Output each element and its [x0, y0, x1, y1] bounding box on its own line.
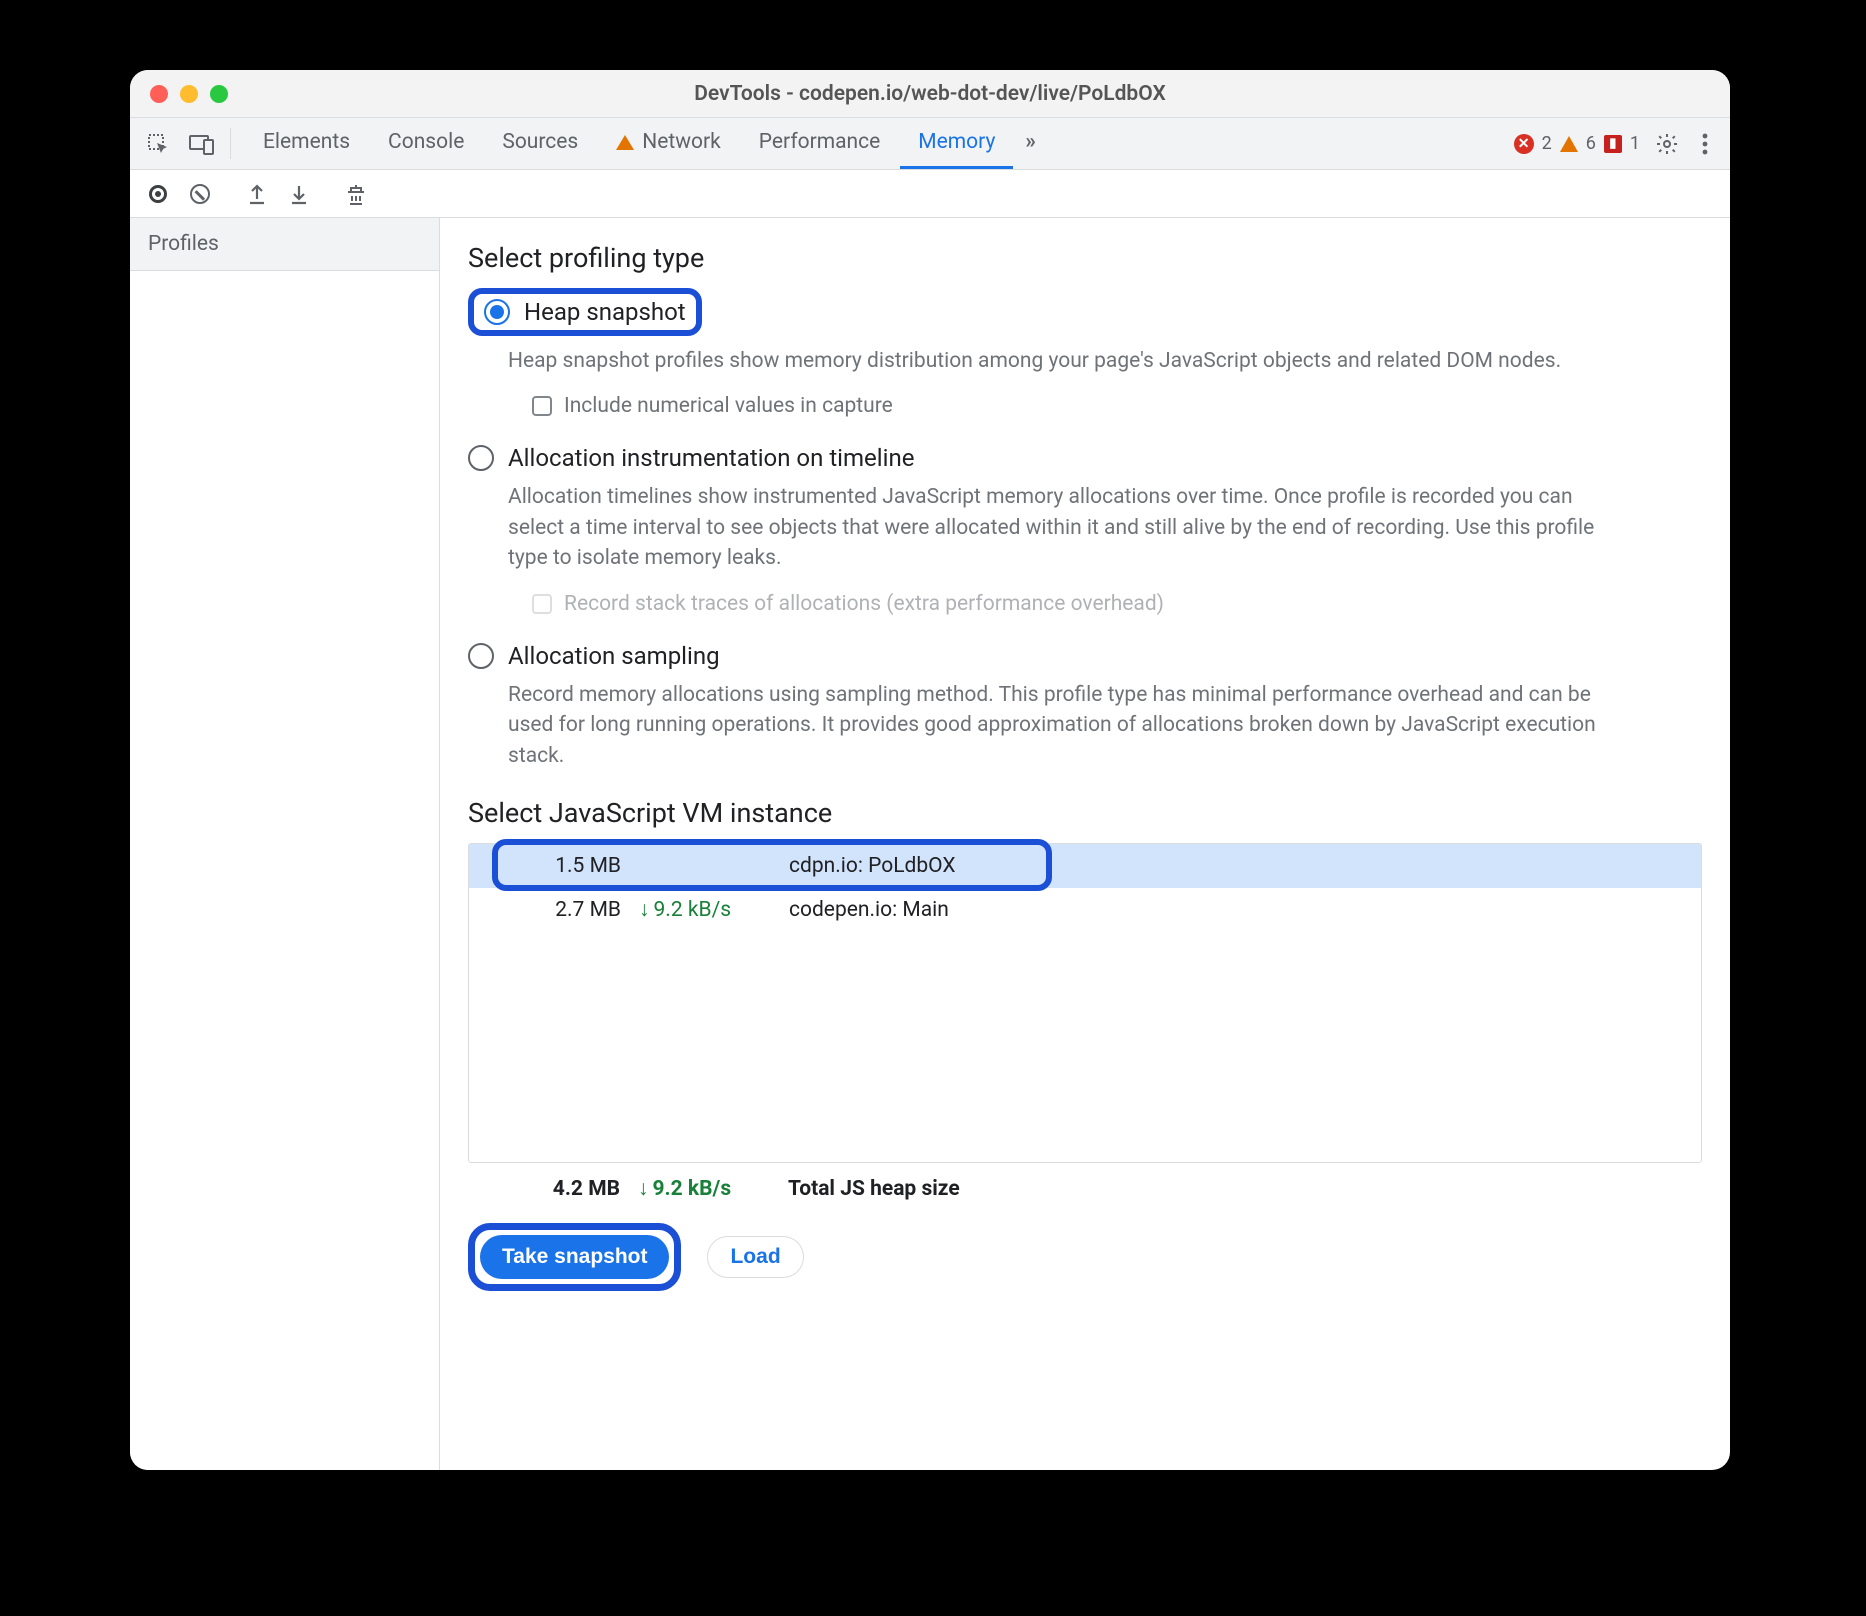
vm-name: codepen.io: Main — [789, 898, 1701, 922]
memory-main-panel: Select profiling type Heap snapshot Heap… — [440, 218, 1730, 1470]
radio-heap-snapshot[interactable] — [484, 299, 510, 325]
action-buttons: Take snapshot Load — [468, 1223, 1702, 1291]
vm-size: 2.7 MB — [469, 898, 639, 922]
tab-label: Network — [642, 130, 721, 154]
checkbox-icon[interactable] — [532, 396, 552, 416]
option-heap-snapshot: Heap snapshot Heap snapshot profiles sho… — [468, 288, 1702, 418]
select-vm-heading: Select JavaScript VM instance — [468, 797, 1702, 829]
total-rate-value: 9.2 kB/s — [653, 1177, 732, 1201]
divider — [230, 128, 231, 159]
settings-icon[interactable] — [1650, 118, 1684, 169]
tab-console[interactable]: Console — [370, 118, 482, 169]
issues-count: 1 — [1630, 133, 1640, 154]
vm-size: 1.5 MB — [469, 854, 639, 878]
radio-allocation-sampling[interactable] — [468, 643, 494, 669]
overflow-label: » — [1025, 130, 1036, 154]
take-snapshot-button[interactable]: Take snapshot — [480, 1235, 669, 1279]
vm-rate-value: 9.2 kB/s — [654, 898, 732, 922]
profiles-heading: Profiles — [130, 218, 439, 271]
panel-tabs: Elements Console Sources Network Perform… — [245, 118, 1046, 169]
load-button[interactable]: Load — [707, 1236, 803, 1278]
issue-badges[interactable]: ✕ 2 6 ▮ 1 — [1514, 118, 1640, 169]
total-label: Total JS heap size — [788, 1177, 1702, 1201]
option-allocation-sampling: Allocation sampling Record memory alloca… — [468, 642, 1702, 771]
tab-label: Console — [388, 130, 464, 154]
record-icon[interactable] — [140, 176, 176, 212]
tab-performance[interactable]: Performance — [741, 118, 898, 169]
tab-elements[interactable]: Elements — [245, 118, 368, 169]
tab-label: Sources — [502, 130, 578, 154]
include-numerical-values-row[interactable]: Include numerical values in capture — [532, 394, 1702, 418]
close-window-button[interactable] — [150, 85, 168, 103]
tab-sources[interactable]: Sources — [484, 118, 596, 169]
option-description: Heap snapshot profiles show memory distr… — [508, 346, 1608, 376]
vm-name: cdpn.io: PoLdbOX — [789, 854, 1701, 878]
select-profiling-type-heading: Select profiling type — [468, 242, 1702, 274]
memory-toolbar — [130, 170, 1730, 218]
issues-icon: ▮ — [1604, 135, 1622, 153]
tab-network[interactable]: Network — [598, 118, 739, 169]
trend-down-icon: ↓ — [638, 1177, 649, 1201]
total-rate: ↓ 9.2 kB/s — [638, 1177, 788, 1201]
vm-instance-list: 1.5 MB cdpn.io: PoLdbOX 2.7 MB ↓ 9.2 kB/… — [468, 843, 1702, 1163]
total-size: 4.2 MB — [468, 1177, 638, 1201]
minimize-window-button[interactable] — [180, 85, 198, 103]
clear-icon[interactable] — [182, 176, 218, 212]
error-count: 2 — [1542, 133, 1552, 154]
zoom-window-button[interactable] — [210, 85, 228, 103]
device-toolbar-icon[interactable] — [182, 118, 222, 169]
warning-icon — [616, 135, 634, 150]
option-title: Allocation sampling — [508, 642, 720, 670]
tab-label: Elements — [263, 130, 350, 154]
vm-rate: ↓ 9.2 kB/s — [639, 898, 789, 922]
inspect-element-icon[interactable] — [138, 118, 178, 169]
option-title: Heap snapshot — [524, 298, 686, 326]
total-heap-row: 4.2 MB ↓ 9.2 kB/s Total JS heap size — [468, 1163, 1702, 1205]
profiles-sidebar: Profiles — [130, 218, 440, 1470]
checkbox-icon — [532, 594, 552, 614]
option-description: Record memory allocations using sampling… — [508, 680, 1608, 771]
error-icon: ✕ — [1514, 134, 1534, 154]
record-stack-traces-row: Record stack traces of allocations (extr… — [532, 592, 1702, 616]
window-controls — [150, 85, 228, 103]
option-description: Allocation timelines show instrumented J… — [508, 482, 1608, 573]
highlight-ring: Heap snapshot — [468, 288, 702, 336]
checkbox-label: Include numerical values in capture — [564, 394, 893, 418]
checkbox-label: Record stack traces of allocations (extr… — [564, 592, 1164, 616]
radio-allocation-timeline[interactable] — [468, 445, 494, 471]
tab-memory[interactable]: Memory — [900, 118, 1013, 169]
devtools-window: DevTools - codepen.io/web-dot-dev/live/P… — [130, 70, 1730, 1470]
highlight-ring: Take snapshot — [468, 1223, 681, 1291]
tabs-overflow[interactable]: » — [1015, 118, 1046, 169]
vm-row[interactable]: 2.7 MB ↓ 9.2 kB/s codepen.io: Main — [469, 888, 1701, 932]
more-menu-icon[interactable] — [1688, 118, 1722, 169]
option-title: Allocation instrumentation on timeline — [508, 444, 914, 472]
window-title: DevTools - codepen.io/web-dot-dev/live/P… — [130, 82, 1730, 106]
vm-row[interactable]: 1.5 MB cdpn.io: PoLdbOX — [469, 844, 1701, 888]
upload-icon[interactable] — [239, 176, 275, 212]
trend-down-icon: ↓ — [639, 898, 650, 922]
warning-icon — [1560, 136, 1578, 152]
tab-label: Memory — [918, 130, 995, 154]
memory-body: Profiles Select profiling type Heap snap… — [130, 218, 1730, 1470]
panel-tabbar: Elements Console Sources Network Perform… — [130, 118, 1730, 170]
tab-label: Performance — [759, 130, 880, 154]
titlebar: DevTools - codepen.io/web-dot-dev/live/P… — [130, 70, 1730, 118]
option-allocation-timeline: Allocation instrumentation on timeline A… — [468, 444, 1702, 615]
collect-garbage-icon[interactable] — [338, 176, 374, 212]
download-icon[interactable] — [281, 176, 317, 212]
warning-count: 6 — [1586, 133, 1596, 154]
